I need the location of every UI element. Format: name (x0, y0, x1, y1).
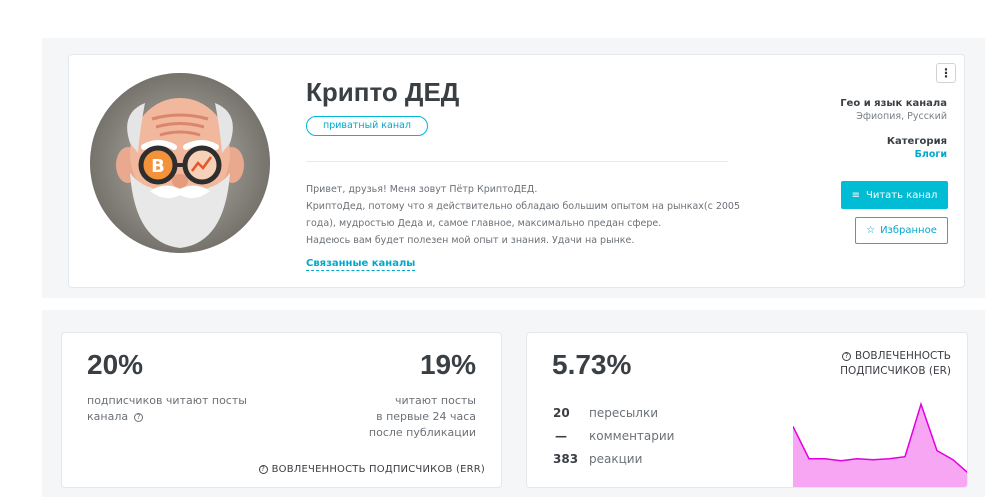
category-block: Категория Блоги (887, 136, 947, 160)
first-day-description: читают посты в первые 24 часа после публ… (369, 393, 476, 441)
er-title-text: ВОВЛЕЧЕННОСТЬ (854, 350, 951, 362)
geo-language-value: Эфиопия, Русский (856, 111, 947, 122)
sparkline-area (793, 404, 967, 487)
channel-profile-card: B Крипто ДЕД приватный канал Привет, дру… (68, 54, 965, 288)
description-line: КриптоДед, потому что я действительно об… (306, 201, 741, 212)
comments-count: — (555, 428, 567, 443)
first-day-text-line: в первые 24 часа (376, 410, 476, 423)
help-icon[interactable]: ? (841, 352, 851, 361)
reactions-row: 383 реакции (553, 447, 674, 470)
favorite-label: Избранное (880, 225, 937, 236)
er-title-line1: ? ВОВЛЕЧЕННОСТЬ (840, 349, 951, 364)
er-percent: 5.73% (552, 349, 632, 380)
description-line: Надеюсь вам будет полезен мой опыт и зна… (306, 235, 635, 246)
star-icon: ☆ (866, 225, 876, 236)
reactions-label: реакции (589, 451, 643, 466)
profile-divider (306, 161, 728, 162)
private-channel-badge: приватный канал (306, 116, 428, 136)
first-day-readers-percent: 19% (419, 349, 476, 380)
channel-description: Привет, друзья! Меня зовут Пётр КриптоДЕ… (306, 181, 741, 249)
readers-percent: 20% (87, 349, 144, 380)
er-title-line2: ПОДПИСЧИКОВ (ER) (840, 365, 951, 377)
description-line: года), мудростью Деда и, самое главное, … (306, 218, 662, 229)
geo-language-block: Гео и язык канала Эфиопия, Русский (840, 98, 947, 122)
category-label: Категория (886, 136, 947, 147)
reactions-count: 383 (553, 451, 579, 466)
comments-label: комментарии (589, 428, 675, 443)
er-stats-list: 20 пересылки — комментарии 383 реакции (553, 401, 674, 470)
readers-text: канала (87, 410, 129, 423)
er-title: ? ВОВЛЕЧЕННОСТЬ ПОДПИСЧИКОВ (ER) (840, 349, 951, 379)
help-icon[interactable]: ? (258, 465, 268, 474)
favorite-button[interactable]: ☆ Избранное (855, 217, 948, 244)
related-channels-link[interactable]: Связанные каналы (306, 257, 416, 271)
first-day-text-line: после публикации (368, 426, 476, 439)
forwards-label: пересылки (589, 405, 659, 420)
channel-title: Крипто ДЕД (306, 77, 460, 107)
category-link[interactable]: Блоги (887, 149, 947, 160)
more-options-button[interactable]: ⋮ (936, 63, 956, 83)
description-line: Привет, друзья! Меня зовут Пётр КриптоДЕ… (306, 184, 538, 195)
er-stats-card: 5.73% ? ВОВЛЕЧЕННОСТЬ ПОДПИСЧИКОВ (ER) 2… (526, 332, 968, 488)
first-day-text-line: читают посты (394, 394, 476, 407)
readers-description: подписчиков читают посты канала ? (87, 393, 247, 425)
svg-text:B: B (151, 156, 165, 177)
geo-language-label: Гео и язык канала (840, 98, 947, 109)
readers-text-line2: канала ? (87, 409, 247, 425)
read-channel-label: Читать канал (865, 189, 938, 201)
read-channel-button[interactable]: ≡ Читать канал (841, 181, 948, 209)
read-icon: ≡ (851, 189, 860, 201)
err-stats-card: 20% подписчиков читают посты канала ? 19… (61, 332, 502, 488)
er-sparkline (793, 401, 967, 487)
err-footer-text: ВОВЛЕЧЕННОСТЬ ПОДПИСЧИКОВ (ERR) (271, 464, 485, 475)
more-vertical-icon: ⋮ (940, 66, 952, 80)
help-icon[interactable]: ? (134, 412, 144, 422)
channel-avatar: B (90, 73, 270, 253)
comments-row: — комментарии (553, 424, 674, 447)
err-footer-label: ? ВОВЛЕЧЕННОСТЬ ПОДПИСЧИКОВ (ERR) (258, 464, 485, 475)
forwards-count: 20 (553, 405, 570, 420)
readers-text-line: подписчиков читают посты (87, 394, 247, 407)
forwards-row: 20 пересылки (553, 401, 674, 424)
